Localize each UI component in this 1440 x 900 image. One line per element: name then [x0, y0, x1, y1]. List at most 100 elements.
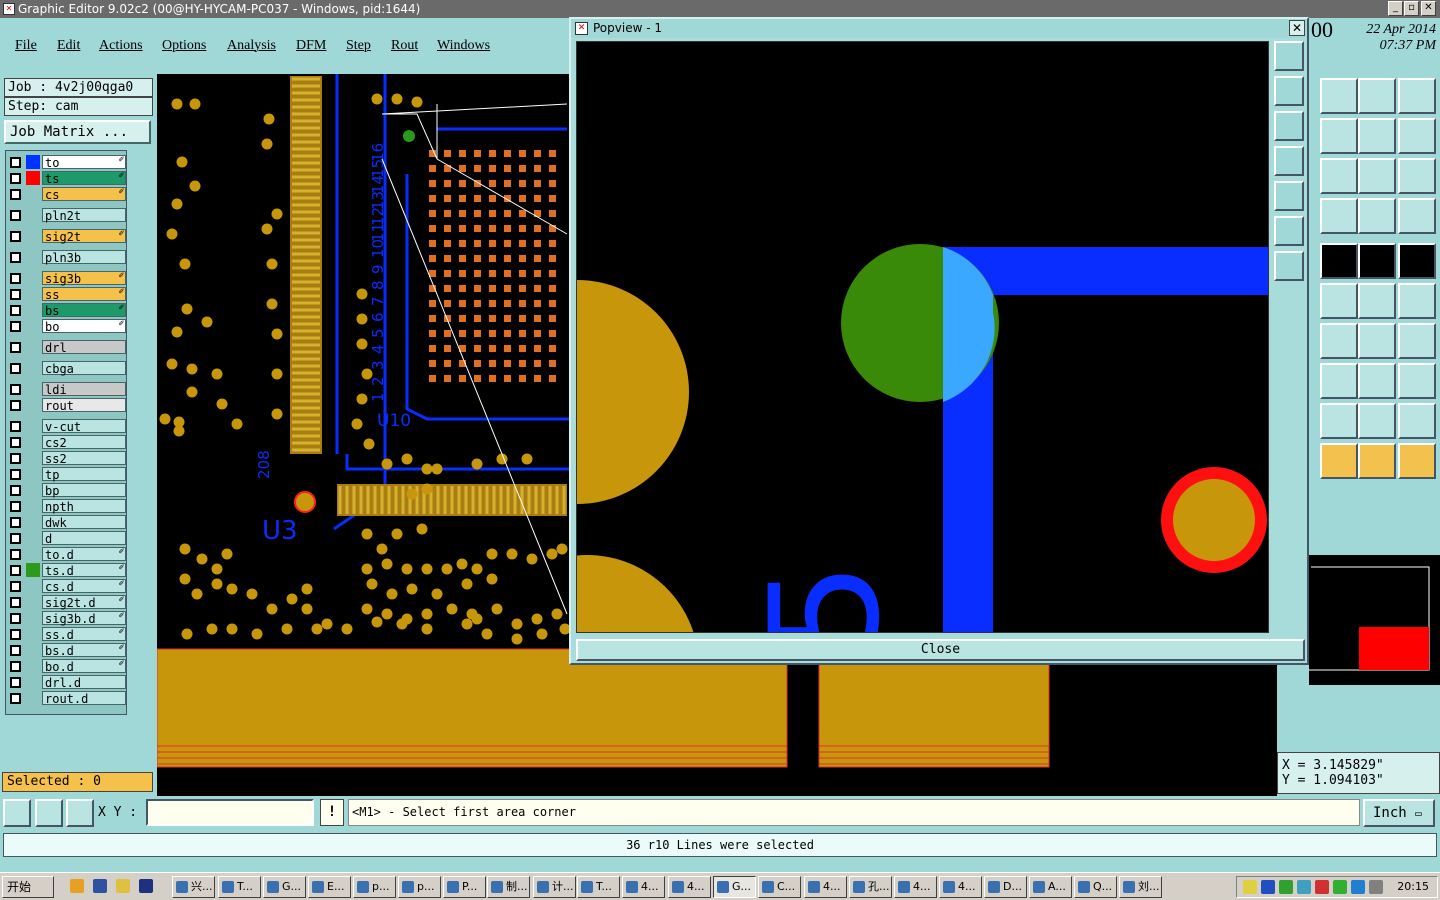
layer-row[interactable]: bs ✐	[8, 303, 126, 318]
layer-row[interactable]: sig2t ✐	[8, 229, 126, 244]
layer-checkbox[interactable]	[10, 342, 21, 353]
layer-name[interactable]: rout	[42, 398, 126, 413]
layer-row[interactable]: tp	[8, 467, 126, 482]
fill-icon[interactable]	[1398, 243, 1436, 279]
taskbar-item[interactable]: 4...	[894, 876, 937, 898]
minimize-button[interactable]: _	[1388, 1, 1403, 16]
layer-checkbox[interactable]	[10, 597, 21, 608]
menu-actions[interactable]: Actions	[99, 38, 143, 54]
taskbar-item[interactable]: T...	[577, 876, 620, 898]
layer-name[interactable]: dwk	[42, 515, 126, 530]
layer-checkbox[interactable]	[10, 661, 21, 672]
layer-checkbox[interactable]	[10, 384, 21, 395]
layer-name[interactable]: ss2	[42, 451, 126, 466]
layer-checkbox[interactable]	[10, 305, 21, 316]
taskbar-item[interactable]: 4...	[804, 876, 847, 898]
layer-name[interactable]: to.d	[42, 547, 126, 562]
one-to-two-icon[interactable]	[1358, 158, 1396, 194]
layer-row[interactable]: rout.d	[8, 691, 126, 706]
layer-name[interactable]: sig2t	[42, 229, 126, 244]
layer-row[interactable]: bs.d ✐	[8, 643, 126, 658]
layer-checkbox[interactable]	[10, 173, 21, 184]
layer-name[interactable]: ts	[42, 171, 126, 186]
layer-row[interactable]: bo ✐	[8, 319, 126, 334]
layer-checkbox[interactable]	[10, 693, 21, 704]
layer-name[interactable]: bs.d	[42, 643, 126, 658]
tray-icon[interactable]	[1333, 880, 1347, 894]
layer-name[interactable]: bo	[42, 319, 126, 334]
layer-row[interactable]: to.d ✐	[8, 547, 126, 562]
layer-row[interactable]: drl.d	[8, 675, 126, 690]
pointer-icon[interactable]	[1358, 443, 1396, 479]
font-a-icon[interactable]	[1320, 403, 1358, 439]
taskbar-item[interactable]: C...	[758, 876, 801, 898]
tray-icon[interactable]	[1315, 880, 1329, 894]
layer-checkbox[interactable]	[10, 677, 21, 688]
ruler-icon[interactable]	[1358, 243, 1396, 279]
taskbar-item[interactable]: 孔...	[849, 876, 892, 898]
layer-checkbox[interactable]	[10, 485, 21, 496]
taskbar-item[interactable]: 4...	[622, 876, 665, 898]
popview-canvas[interactable]: 5	[576, 41, 1269, 633]
layer-checkbox[interactable]	[10, 363, 21, 374]
tray-icon[interactable]	[1261, 880, 1275, 894]
question-icon[interactable]	[1398, 158, 1436, 194]
home-icon[interactable]	[1358, 78, 1396, 114]
layer-name[interactable]: v-cut	[42, 419, 126, 434]
layer-checkbox[interactable]	[10, 421, 21, 432]
quicklaunch-icon[interactable]	[116, 879, 130, 893]
layer-checkbox[interactable]	[10, 400, 21, 411]
layer-name[interactable]: ss	[42, 287, 126, 302]
taskbar-item[interactable]: 刘...	[1119, 876, 1162, 898]
taskbar-item[interactable]: E...	[308, 876, 351, 898]
popview-tool-4[interactable]	[1274, 146, 1304, 176]
menu-file[interactable]: File	[15, 38, 37, 54]
select-icon[interactable]	[1320, 443, 1358, 479]
taskbar-item[interactable]: Q...	[1074, 876, 1117, 898]
taskbar-item[interactable]: T...	[218, 876, 261, 898]
layer-row[interactable]: ldi	[8, 382, 126, 397]
layer-row[interactable]: drl	[8, 340, 126, 355]
taskbar-item[interactable]: D...	[984, 876, 1027, 898]
layer-checkbox[interactable]	[10, 252, 21, 263]
unit-selector[interactable]: Inch ▭	[1363, 799, 1435, 827]
layer-name[interactable]: cs2	[42, 435, 126, 450]
taskbar-item[interactable]: P...	[443, 876, 486, 898]
taskbar-item[interactable]: 兴...	[172, 876, 215, 898]
layer-row[interactable]: ss ✐	[8, 287, 126, 302]
target-icon[interactable]	[1398, 363, 1436, 399]
layer-checkbox[interactable]	[10, 437, 21, 448]
layer-name[interactable]: bp	[42, 483, 126, 498]
layer-checkbox[interactable]	[10, 549, 21, 560]
minimap[interactable]	[1309, 555, 1440, 685]
text-icon[interactable]	[1398, 323, 1436, 359]
layer-row[interactable]: pln2t	[8, 208, 126, 223]
grid-icon[interactable]	[66, 799, 94, 827]
layer-name[interactable]: sig3b.d	[42, 611, 126, 626]
layer-name[interactable]: pln3b	[42, 250, 126, 265]
layer-name[interactable]: cbga	[42, 361, 126, 376]
zoom-in-icon[interactable]	[1320, 118, 1358, 154]
layer-row[interactable]: d	[8, 531, 126, 546]
taskbar-item[interactable]: 制...	[487, 876, 530, 898]
flip-icon[interactable]	[1358, 198, 1396, 234]
warning-button[interactable]: !	[320, 799, 344, 826]
layer-checkbox[interactable]	[10, 289, 21, 300]
layer-checkbox[interactable]	[10, 321, 21, 332]
layer-row[interactable]: sig3b ✐	[8, 271, 126, 286]
layer-name[interactable]: tp	[42, 467, 126, 482]
popview-tool-2[interactable]	[1274, 76, 1304, 106]
popview-tool-7[interactable]	[1274, 251, 1304, 281]
maximize-button[interactable]: ▫	[1404, 1, 1419, 16]
tray-icon[interactable]	[1369, 880, 1383, 894]
taskbar-item[interactable]: 4...	[939, 876, 982, 898]
layer-checkbox[interactable]	[10, 501, 21, 512]
fit-icon[interactable]	[1398, 78, 1436, 114]
layer-name[interactable]: to	[42, 155, 126, 170]
layer-checkbox[interactable]	[10, 645, 21, 656]
layer-checkbox[interactable]	[10, 565, 21, 576]
cross-icon[interactable]	[1320, 283, 1358, 319]
taskbar-item[interactable]: G...	[263, 876, 306, 898]
layer-row[interactable]: to ✐	[8, 155, 126, 170]
layer-row[interactable]: ss.d ✐	[8, 627, 126, 642]
